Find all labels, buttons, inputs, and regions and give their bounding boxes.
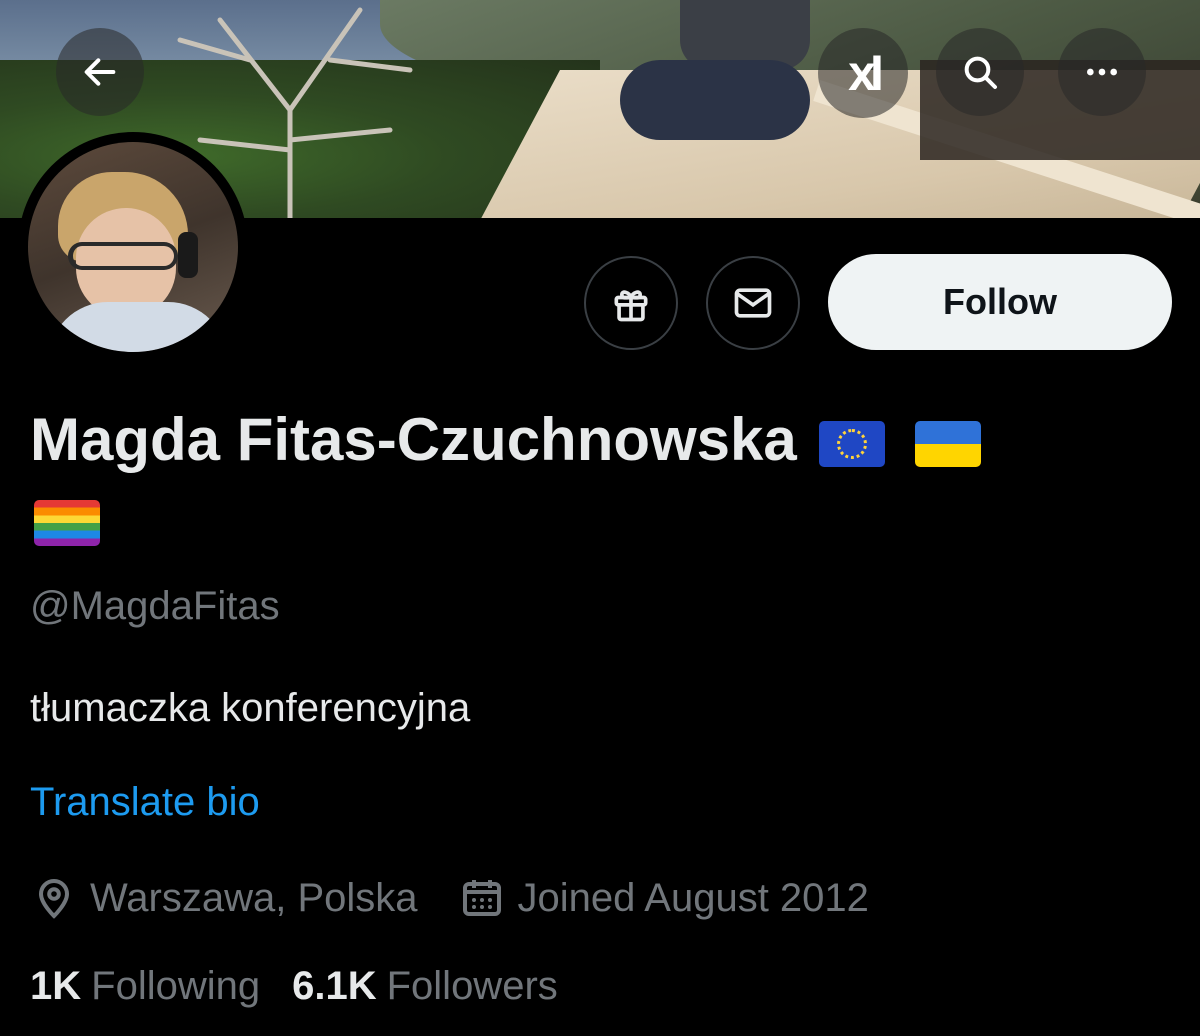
follow-button[interactable]: Follow [828, 254, 1172, 350]
location-pin-icon [38, 879, 70, 919]
grok-button[interactable]: xI [818, 28, 908, 118]
followers-label[interactable]: Followers [387, 964, 558, 1009]
gift-icon [614, 290, 648, 322]
profile-handle: @MagdaFitas [30, 584, 280, 628]
rainbow-flag-icon [34, 500, 100, 546]
ukraine-flag-icon [914, 421, 981, 468]
profile-bio: tłumaczka konferencyjna [30, 686, 471, 730]
message-button[interactable] [706, 256, 800, 350]
calendar-icon [462, 880, 501, 916]
grok-logo: xI [848, 45, 884, 101]
location-text: Warszawa, Polska [90, 875, 418, 920]
join-date: Joined August 2012 [458, 874, 869, 922]
translate-bio-link[interactable]: Translate bio [30, 780, 260, 825]
search-button[interactable] [936, 28, 1024, 116]
following-label[interactable]: Following [91, 964, 260, 1009]
location: Warszawa, Polska [30, 874, 418, 922]
arrow-left-icon [84, 58, 116, 86]
profile-name: Magda Fitas-Czuchnowska [30, 402, 1180, 478]
gift-button[interactable] [584, 256, 678, 350]
search-icon [964, 56, 997, 89]
envelope-icon [734, 288, 772, 318]
banner-person [600, 0, 810, 150]
avatar[interactable] [18, 132, 248, 362]
avatar-photo [28, 142, 238, 352]
joined-text: Joined August 2012 [517, 875, 869, 920]
follow-stats: 1K Following 6.1K Followers [30, 964, 590, 1009]
more-button[interactable] [1058, 28, 1146, 116]
eu-flag-icon [818, 421, 885, 468]
back-button[interactable] [56, 28, 144, 116]
profile-name-text: Magda Fitas-Czuchnowska [30, 406, 797, 473]
more-horizontal-icon [1087, 68, 1117, 76]
followers-count[interactable]: 6.1K [292, 964, 377, 1009]
profile-meta: Warszawa, Polska Joined August 2012 [30, 870, 909, 926]
flag-line [34, 500, 100, 546]
following-count[interactable]: 1K [30, 964, 81, 1009]
